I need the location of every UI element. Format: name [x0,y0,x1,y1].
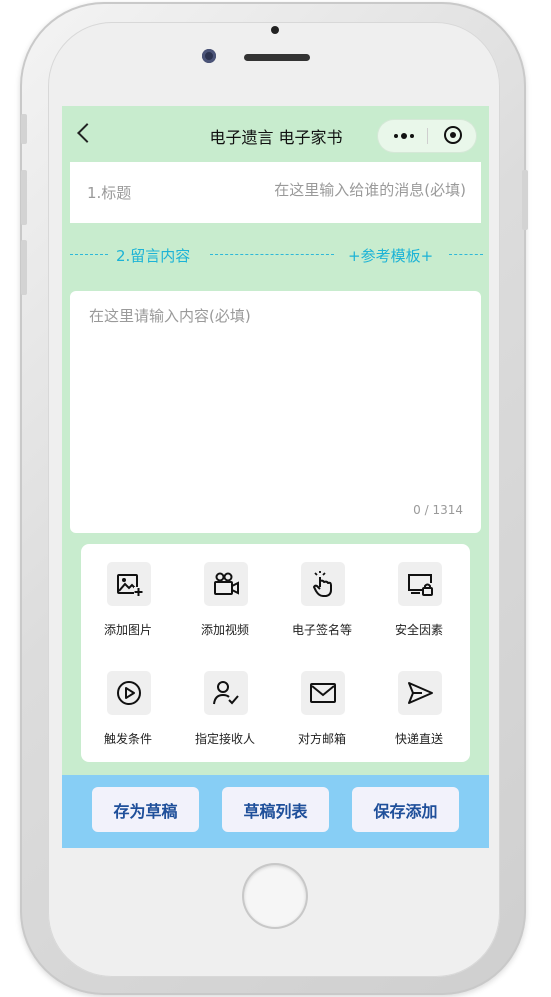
front-camera [202,49,216,63]
mute-switch [21,114,27,144]
volume-down-button [21,240,27,295]
tool-label: 指定接收人 [194,732,255,746]
tool-label: 添加图片 [103,623,152,637]
tool-security[interactable]: 安全因素 [374,546,464,637]
divider-right [449,254,483,255]
content-box: 0 / 1314 [70,291,481,533]
title-label: 1.标题 [87,184,132,202]
draft-list-button[interactable]: 草稿列表 [222,787,329,832]
title-input[interactable] [196,181,466,199]
bottom-action-bar: 存为草稿 草稿列表 保存添加 [62,775,489,848]
divider-left [70,254,108,255]
touch-hand-icon [313,571,332,597]
app-screen: 电子遗言 电子家书 1.标题 2.留言内容 +参考模板+ 0 / 1314 [62,106,489,848]
content-textarea[interactable] [89,305,459,485]
proximity-sensor [271,26,279,34]
content-section-header: 2.留言内容 +参考模板+ [62,239,489,269]
add-image-icon [117,574,143,596]
tool-e-signature[interactable]: 电子签名等 [277,546,367,637]
tool-label: 快递直送 [394,732,443,746]
mail-icon [310,683,336,703]
page-title: 电子遗言 电子家书 [209,128,343,147]
close-target-icon[interactable] [444,126,462,144]
miniprogram-capsule [378,120,476,152]
reference-template-link[interactable]: +参考模板+ [348,245,433,266]
title-field-row: 1.标题 [70,162,481,223]
tool-add-video[interactable]: 添加视频 [180,546,270,637]
tool-recipient[interactable]: 指定接收人 [180,655,270,746]
user-check-icon [213,681,239,705]
char-counter: 0 / 1314 [413,503,463,517]
tool-trigger[interactable]: 触发条件 [83,655,173,746]
video-camera-icon [214,572,239,595]
tool-label: 添加视频 [200,623,249,637]
tool-email[interactable]: 对方邮箱 [277,655,367,746]
tool-label: 触发条件 [103,732,152,746]
send-icon [408,682,433,704]
volume-up-button [21,170,27,225]
divider-middle [210,254,334,255]
nav-bar: 电子遗言 电子家书 [62,106,489,162]
screen-lock-icon [408,574,433,596]
play-circle-icon [117,681,141,705]
home-button[interactable] [244,865,306,927]
capsule-divider [427,128,428,144]
back-arrow-icon[interactable] [77,123,97,143]
power-button [522,170,528,230]
section-label: 2.留言内容 [116,247,191,265]
save-draft-button[interactable]: 存为草稿 [92,787,199,832]
tool-express[interactable]: 快递直送 [374,655,464,746]
more-dots-icon[interactable] [394,133,416,139]
earpiece-speaker [244,54,310,61]
tool-label: 对方邮箱 [297,732,346,746]
save-add-button[interactable]: 保存添加 [352,787,459,832]
tool-label: 电子签名等 [291,623,352,637]
tool-add-image[interactable]: 添加图片 [83,546,173,637]
tools-grid: 添加图片 添加视频 电子签名等 安全因素 触发条件 指定接收人 对方邮箱 快递直… [81,544,470,762]
tool-label: 安全因素 [394,623,443,637]
